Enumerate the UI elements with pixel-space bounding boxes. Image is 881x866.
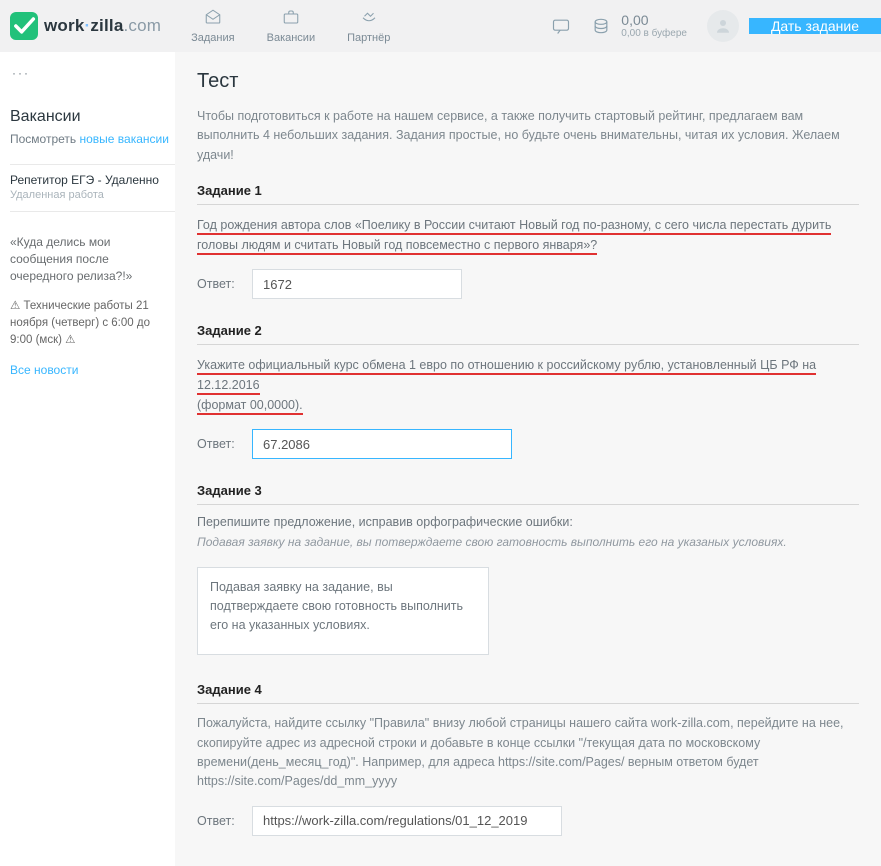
app-header: work·zilla.com Задания Вакансии Партнёр …	[0, 0, 881, 52]
featured-vacancy-title: Репетитор ЕГЭ - Удаленно	[10, 173, 167, 187]
handshake-icon	[359, 8, 379, 29]
nav-label: Задания	[191, 32, 234, 44]
task-4: Задание 4 Пожалуйста, найдите ссылку "Пр…	[197, 682, 859, 836]
create-task-button[interactable]: Дать задание	[749, 18, 881, 34]
answer-label: Ответ:	[197, 814, 252, 828]
task-question: Год рождения автора слов «Поелику в Росс…	[197, 215, 859, 255]
task-heading: Задание 3	[197, 483, 859, 505]
sidebar-vacancies-line: Посмотреть новые вакансии	[10, 132, 175, 146]
sidebar-heading-vacancies: Вакансии	[10, 108, 175, 126]
envelope-open-icon	[203, 8, 223, 29]
task4-answer-input[interactable]	[252, 806, 562, 836]
answer-label: Ответ:	[197, 277, 252, 291]
page-title: Тест	[197, 70, 859, 93]
task3-answer-textarea[interactable]	[197, 567, 489, 655]
task3-source-text: Подавая заявку на задание, вы потверждае…	[197, 533, 859, 551]
task2-answer-input[interactable]	[252, 429, 512, 459]
new-vacancies-link[interactable]: новые вакансии	[80, 132, 169, 146]
logo[interactable]: work·zilla.com	[0, 0, 175, 52]
task3-instruction: Перепишите предложение, исправив орфогра…	[197, 515, 859, 529]
sidebar-news-quote[interactable]: «Куда делись мои сообщения после очередн…	[10, 234, 169, 284]
nav-vacancies[interactable]: Вакансии	[251, 0, 332, 52]
sidebar-truncated-item[interactable]	[10, 62, 175, 90]
header-right: 0,00 0,00 в буфере Дать задание	[541, 0, 881, 52]
all-news-link[interactable]: Все новости	[10, 363, 78, 377]
top-nav: Задания Вакансии Партнёр	[175, 0, 406, 52]
avatar[interactable]	[707, 10, 739, 42]
intro-text: Чтобы подготовиться к работе на нашем се…	[197, 107, 859, 165]
task-heading: Задание 1	[197, 183, 859, 205]
task1-answer-input[interactable]	[252, 269, 462, 299]
sidebar-maintenance-note: ⚠ Технические работы 21 ноября (четверг)…	[10, 298, 167, 348]
task-3: Задание 3 Перепишите предложение, исправ…	[197, 483, 859, 658]
task-heading: Задание 4	[197, 682, 859, 704]
sidebar-all-news: Все новости	[10, 362, 175, 377]
logo-check-icon	[10, 12, 38, 40]
featured-vacancy-sub: Удаленная работа	[10, 189, 167, 201]
task4-text: Пожалуйста, найдите ссылку "Правила" вни…	[197, 714, 859, 792]
briefcase-icon	[281, 8, 301, 29]
nav-label: Партнёр	[347, 32, 390, 44]
sidebar-featured-vacancy[interactable]: Репетитор ЕГЭ - Удаленно Удаленная работ…	[10, 164, 175, 212]
task-1: Задание 1 Год рождения автора слов «Поел…	[197, 183, 859, 299]
balance[interactable]: 0,00 0,00 в буфере	[581, 12, 697, 40]
task-question: Укажите официальный курс обмена 1 евро п…	[197, 355, 859, 415]
task-2: Задание 2 Укажите официальный курс обмен…	[197, 323, 859, 459]
coins-icon	[591, 16, 621, 36]
chat-icon[interactable]	[541, 16, 581, 36]
balance-sub: 0,00 в буфере	[621, 28, 687, 40]
user-icon	[714, 17, 732, 35]
nav-label: Вакансии	[267, 32, 316, 44]
balance-amount: 0,00	[621, 12, 687, 28]
main-content: Тест Чтобы подготовиться к работе на наш…	[175, 52, 881, 866]
task-heading: Задание 2	[197, 323, 859, 345]
nav-tasks[interactable]: Задания	[175, 0, 250, 52]
sidebar: Вакансии Посмотреть новые вакансии Репет…	[0, 52, 175, 866]
answer-label: Ответ:	[197, 437, 252, 451]
logo-text: work·zilla.com	[44, 16, 161, 36]
nav-partner[interactable]: Партнёр	[331, 0, 406, 52]
